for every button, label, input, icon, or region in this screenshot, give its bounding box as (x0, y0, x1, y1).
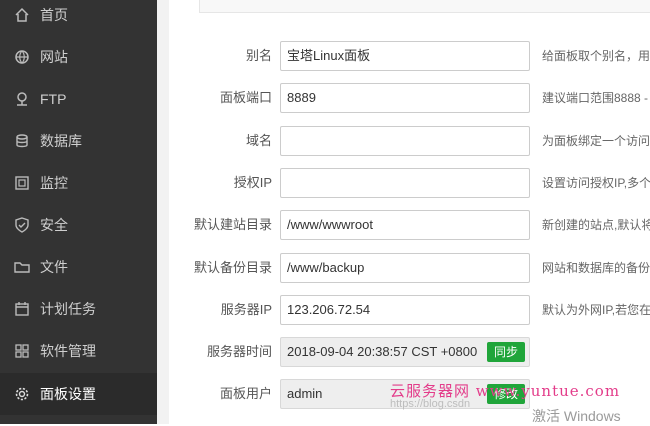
field-label: 服务器时间 (206, 344, 272, 359)
form-row-alias: 别名 宝塔Linux面板 给面板取个别名，用 (169, 41, 650, 71)
server-ip-input[interactable]: 123.206.72.54 (280, 295, 530, 325)
sidebar: 首页 网站 FTP 数据库 监控 安全 文件 计划任务 软件管理 面板设置 (0, 0, 157, 424)
field-label: 面板用户 (219, 386, 272, 401)
field-label: 默认建站目录 (193, 217, 272, 232)
panel-settings-form: 别名 宝塔Linux面板 给面板取个别名，用 面板端口 8889 建议端口范围8… (169, 0, 650, 424)
shield-icon (14, 217, 30, 233)
field-label: 默认备份目录 (193, 260, 272, 275)
sidebar-item-label: 数据库 (40, 133, 82, 149)
field-label: 服务器IP (220, 302, 272, 317)
sidebar-item-cron[interactable]: 计划任务 (0, 288, 157, 330)
alias-input[interactable]: 宝塔Linux面板 (280, 41, 530, 71)
sidebar-item-label: 计划任务 (40, 301, 96, 317)
form-row-auth-ip: 授权IP 设置访问授权IP,多个 (169, 168, 650, 198)
panel-user-value: admin (287, 386, 323, 401)
field-hint: 设置访问授权IP,多个 (542, 176, 650, 190)
sidebar-item-label: 网站 (40, 49, 68, 65)
form-row-domain: 域名 为面板绑定一个访问 (169, 126, 650, 156)
form-row-server-time: 服务器时间 2018-09-04 20:38:57 CST +0800 同步 (169, 337, 650, 367)
activate-windows-watermark: 激活 Windows (532, 408, 621, 424)
field-label: 面板端口 (219, 90, 272, 105)
field-hint: 默认为外网IP,若您在 (542, 303, 650, 317)
auth-ip-input[interactable] (280, 168, 530, 198)
form-row-site-dir: 默认建站目录 /www/wwwroot 新创建的站点,默认将 (169, 210, 650, 240)
site-watermark: 云服务器网 www.yuntue.com (390, 382, 621, 400)
home-icon (14, 7, 30, 23)
database-icon (14, 133, 30, 149)
field-hint: 新创建的站点,默认将 (542, 218, 650, 232)
sidebar-item-label: 首页 (40, 7, 68, 23)
sidebar-item-monitor[interactable]: 监控 (0, 162, 157, 204)
sidebar-item-label: 安全 (40, 217, 68, 233)
ftp-icon (14, 91, 30, 107)
form-row-port: 面板端口 8889 建议端口范围8888 - (169, 83, 650, 113)
field-label: 别名 (245, 48, 272, 63)
content-gutter (157, 0, 169, 424)
form-row-server-ip: 服务器IP 123.206.72.54 默认为外网IP,若您在 (169, 295, 650, 325)
form-row-backup-dir: 默认备份目录 /www/backup 网站和数据库的备份 (169, 253, 650, 283)
apps-grid-icon (14, 343, 30, 359)
sidebar-item-security[interactable]: 安全 (0, 204, 157, 246)
field-hint: 网站和数据库的备份 (542, 261, 650, 275)
server-time-field: 2018-09-04 20:38:57 CST +0800 同步 (280, 337, 530, 367)
globe-icon (14, 49, 30, 65)
monitor-icon (14, 175, 30, 191)
sidebar-item-label: 监控 (40, 175, 68, 191)
field-hint: 给面板取个别名，用 (542, 49, 650, 63)
field-label: 域名 (245, 133, 272, 148)
sidebar-item-ftp[interactable]: FTP (0, 78, 157, 120)
sidebar-item-label: 面板设置 (40, 386, 96, 402)
sidebar-item-home[interactable]: 首页 (0, 0, 157, 36)
sidebar-item-panel-settings[interactable]: 面板设置 (0, 373, 157, 415)
sidebar-item-website[interactable]: 网站 (0, 36, 157, 78)
field-hint: 建议端口范围8888 - (542, 91, 649, 105)
sidebar-item-label: FTP (40, 91, 67, 107)
sidebar-item-label: 文件 (40, 259, 68, 275)
field-hint: 为面板绑定一个访问 (542, 134, 650, 148)
top-panel (199, 0, 650, 13)
server-time-value: 2018-09-04 20:38:57 CST +0800 (287, 344, 478, 359)
sidebar-item-files[interactable]: 文件 (0, 246, 157, 288)
sidebar-item-software[interactable]: 软件管理 (0, 330, 157, 372)
sidebar-item-label: 软件管理 (40, 343, 96, 359)
folder-icon (14, 259, 30, 275)
default-backup-dir-input[interactable]: /www/backup (280, 253, 530, 283)
domain-input[interactable] (280, 126, 530, 156)
sidebar-item-database[interactable]: 数据库 (0, 120, 157, 162)
sync-time-button[interactable]: 同步 (486, 342, 525, 362)
default-site-dir-input[interactable]: /www/wwwroot (280, 210, 530, 240)
calendar-icon (14, 301, 30, 317)
panel-port-input[interactable]: 8889 (280, 83, 530, 113)
gear-icon (14, 386, 30, 402)
field-label: 授权IP (233, 175, 272, 190)
